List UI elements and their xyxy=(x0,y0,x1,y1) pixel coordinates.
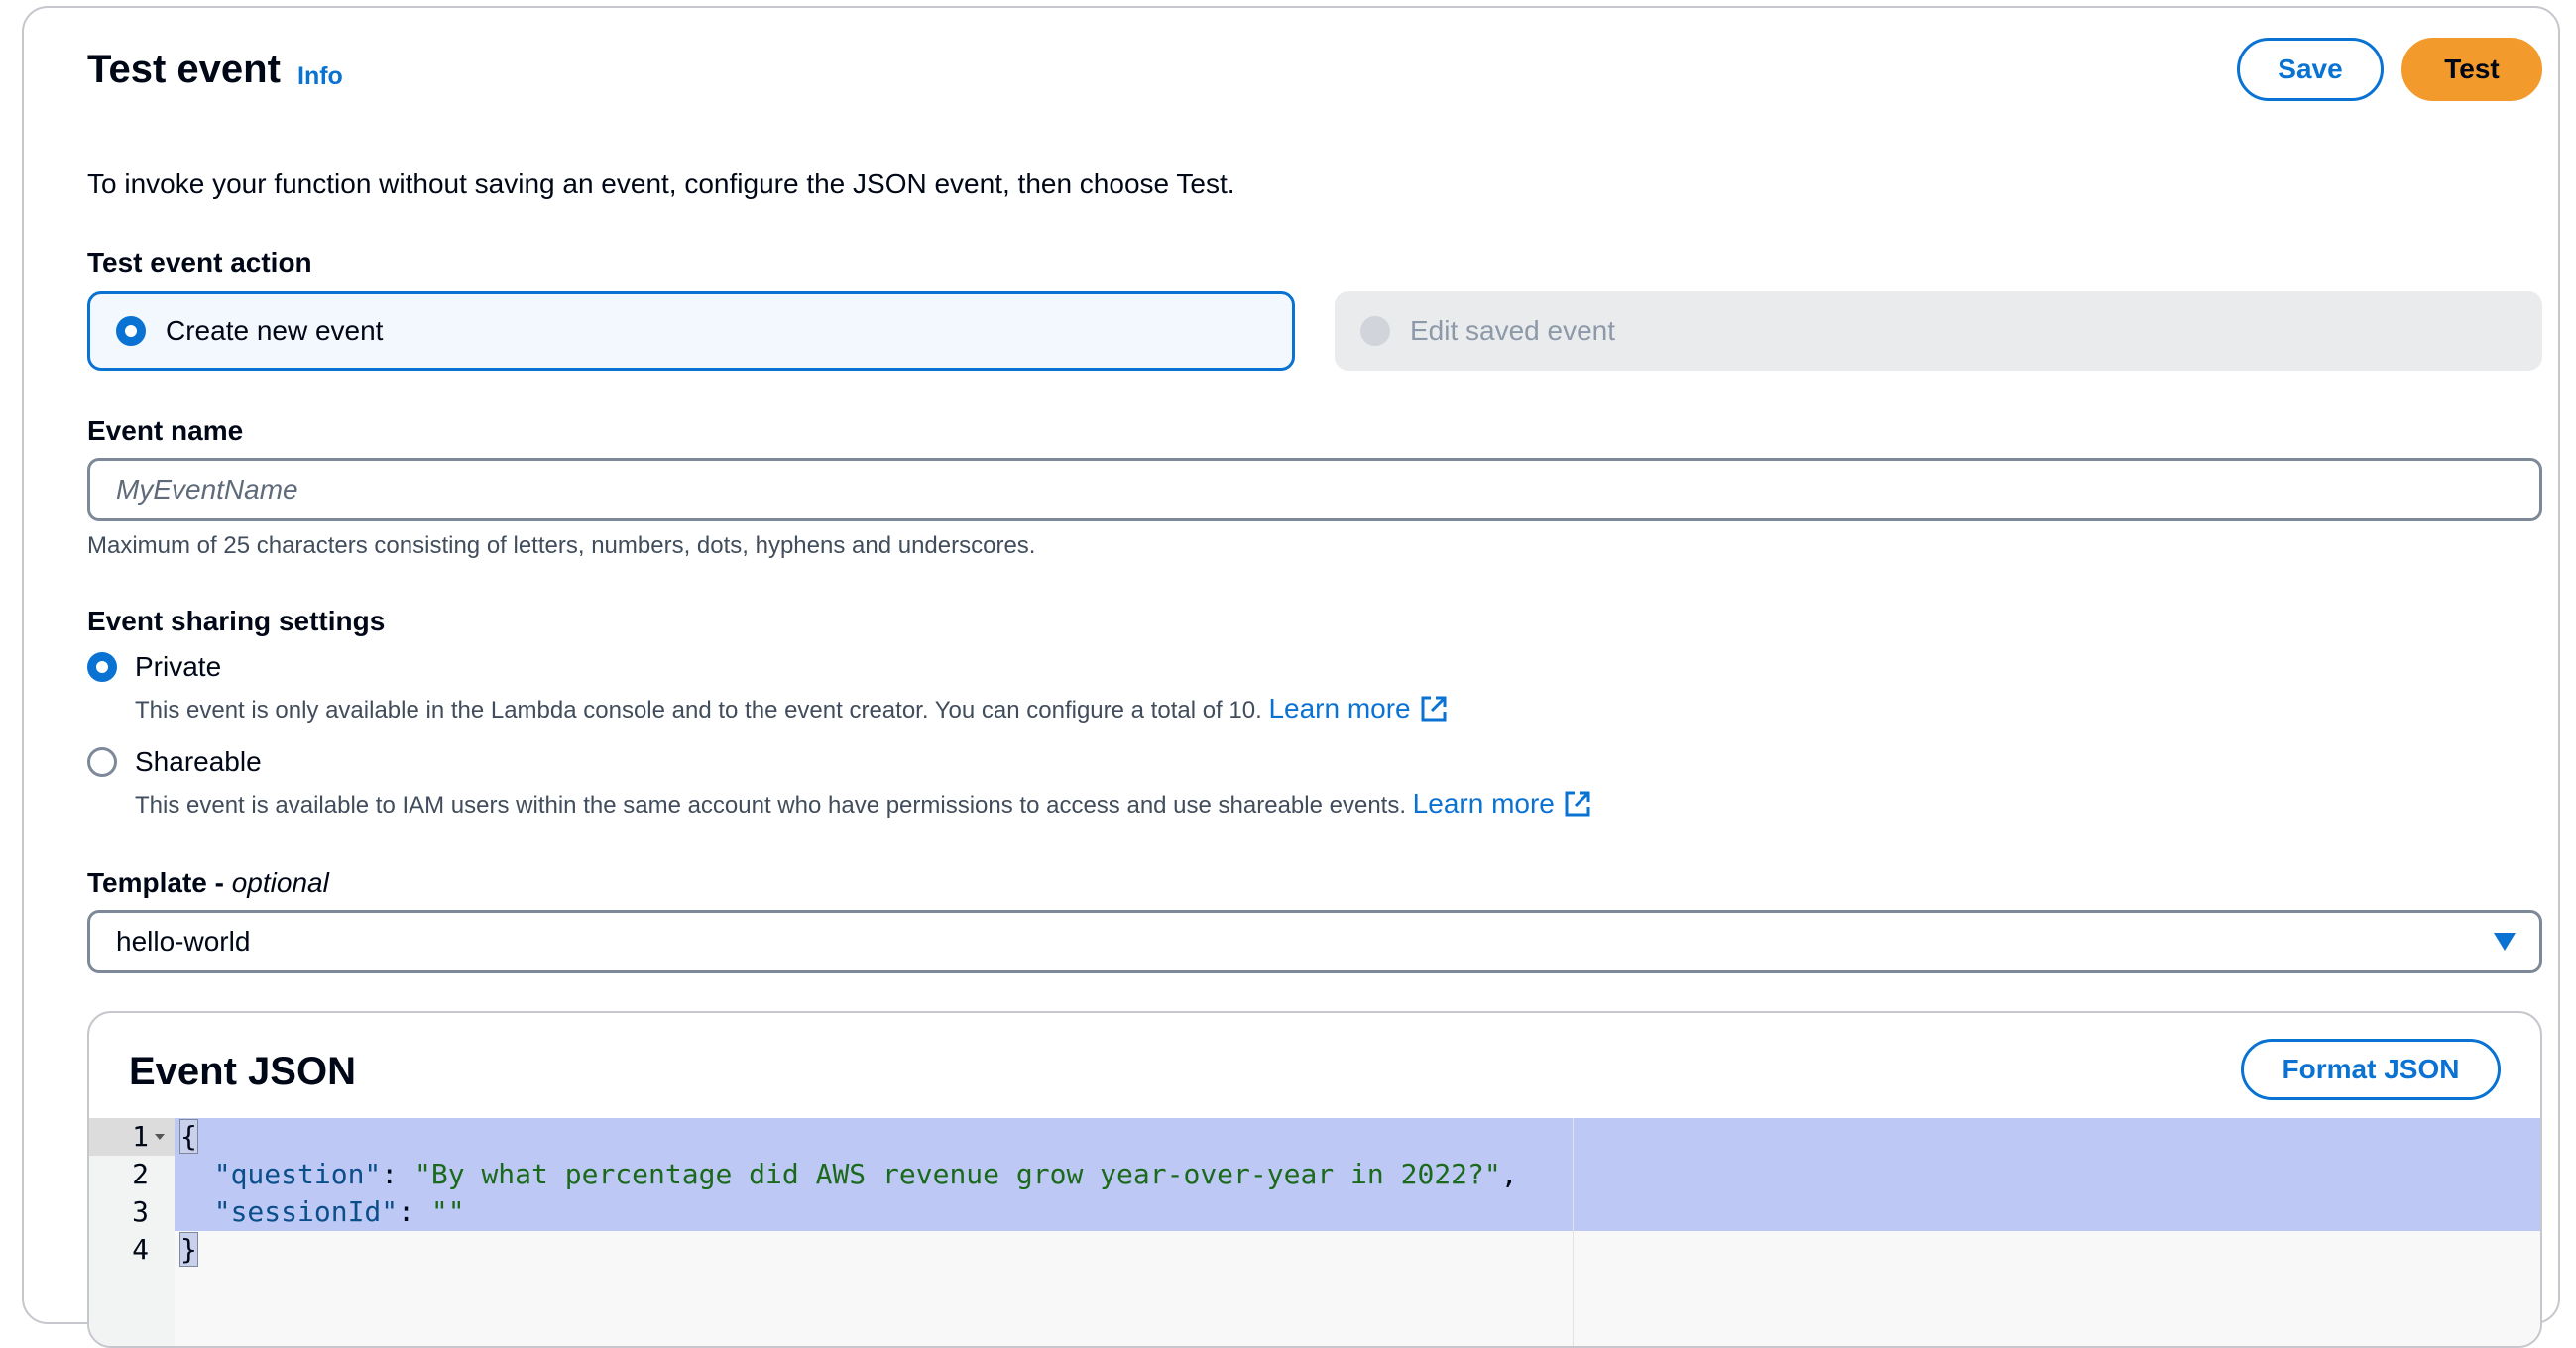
json-value-question: "By what percentage did AWS revenue grow… xyxy=(414,1158,1501,1190)
json-key-question: "question" xyxy=(213,1158,382,1190)
code-line-1: { xyxy=(179,1118,198,1156)
event-json-container: Event JSON Format JSON 1 2 3 4 { "questi… xyxy=(87,1011,2542,1348)
template-optional-text: optional xyxy=(231,867,329,898)
line-number: 3 xyxy=(132,1195,149,1228)
private-learn-more-text: Learn more xyxy=(1268,693,1411,724)
json-editor[interactable]: 1 2 3 4 { "question": "By what percentag… xyxy=(89,1118,2540,1346)
line-number: 1 xyxy=(132,1120,149,1153)
private-learn-more-link[interactable]: Learn more xyxy=(1268,694,1448,724)
code-line-4: } xyxy=(179,1231,198,1269)
template-selected-value: hello-world xyxy=(116,926,251,956)
private-description: This event is only available in the Lamb… xyxy=(135,694,1449,726)
template-label: Template - optional xyxy=(87,866,329,900)
edit-saved-event-tile: Edit saved event xyxy=(1335,291,2542,371)
edit-saved-event-label: Edit saved event xyxy=(1410,315,1616,346)
shareable-description-text: This event is available to IAM users wit… xyxy=(135,792,1406,819)
shareable-learn-more-link[interactable]: Learn more xyxy=(1413,789,1592,819)
event-json-title: Event JSON xyxy=(129,1050,356,1093)
event-name-label: Event name xyxy=(87,415,244,446)
event-name-input[interactable] xyxy=(87,458,2542,521)
code-line-3: "sessionId": "" xyxy=(180,1193,465,1231)
test-button[interactable]: Test xyxy=(2401,38,2542,101)
private-option[interactable]: Private xyxy=(87,650,221,684)
private-radio[interactable] xyxy=(87,652,117,682)
line-number: 2 xyxy=(132,1158,149,1190)
json-separator: : xyxy=(398,1195,431,1228)
event-sharing-label: Event sharing settings xyxy=(87,606,386,636)
json-key-sessionid: "sessionId" xyxy=(213,1195,399,1228)
page-title: Test event xyxy=(87,48,281,91)
external-link-icon xyxy=(1565,791,1590,817)
test-event-action-label: Test event action xyxy=(87,247,312,278)
page-description: To invoke your function without saving a… xyxy=(87,168,1235,199)
create-new-event-radio[interactable] xyxy=(116,316,146,346)
shareable-description: This event is available to IAM users wit… xyxy=(135,789,1592,821)
print-margin xyxy=(1573,1118,1574,1346)
json-separator: : xyxy=(381,1158,415,1190)
json-value-sessionid: "" xyxy=(430,1195,465,1228)
shareable-learn-more-text: Learn more xyxy=(1412,788,1555,819)
fold-arrow-icon[interactable] xyxy=(155,1134,165,1140)
shareable-radio[interactable] xyxy=(87,747,117,777)
create-new-event-label: Create new event xyxy=(166,315,384,346)
shareable-option[interactable]: Shareable xyxy=(87,745,262,779)
external-link-icon xyxy=(1421,696,1447,722)
shareable-label: Shareable xyxy=(135,746,262,777)
test-event-panel: Test event Info Save Test To invoke your… xyxy=(22,6,2560,1348)
template-select[interactable]: hello-world xyxy=(87,910,2542,973)
format-json-button[interactable]: Format JSON xyxy=(2241,1039,2501,1100)
create-new-event-tile[interactable]: Create new event xyxy=(87,291,1295,371)
private-description-text: This event is only available in the Lamb… xyxy=(135,697,1262,724)
line-number: 4 xyxy=(132,1233,149,1266)
code-line-2: "question": "By what percentage did AWS … xyxy=(180,1156,1518,1193)
info-link[interactable]: Info xyxy=(297,61,343,91)
edit-saved-event-radio xyxy=(1360,316,1390,346)
open-brace: { xyxy=(179,1119,198,1154)
private-label: Private xyxy=(135,651,222,682)
close-brace: } xyxy=(179,1232,198,1267)
template-label-text: Template - xyxy=(87,867,224,898)
event-name-hint: Maximum of 25 characters consisting of l… xyxy=(87,532,1036,559)
caret-down-icon xyxy=(2494,933,2516,951)
json-comma: , xyxy=(1500,1158,1518,1190)
save-button[interactable]: Save xyxy=(2237,38,2384,101)
